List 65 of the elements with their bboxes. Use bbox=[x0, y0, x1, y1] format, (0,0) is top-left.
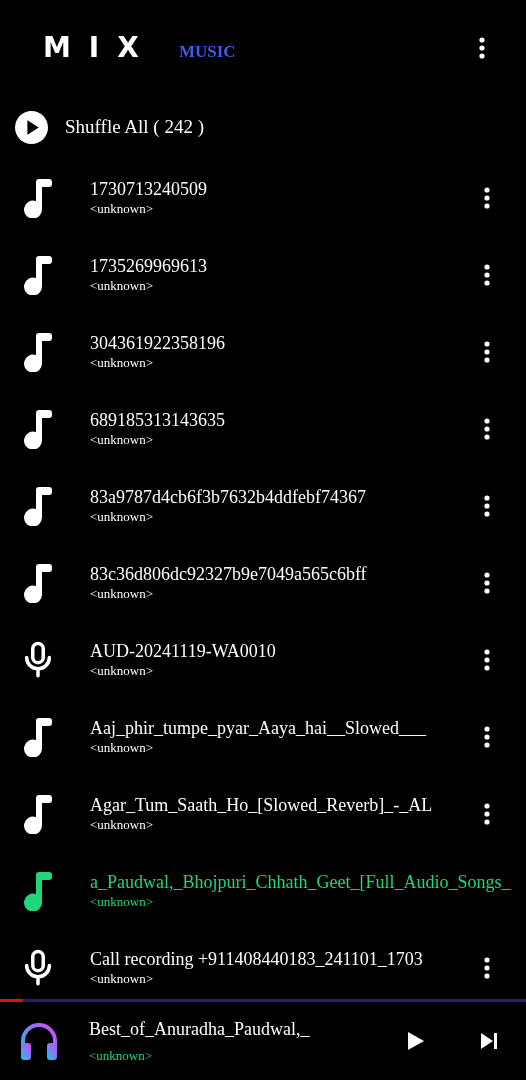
song-artist: <unknown> bbox=[90, 739, 155, 756]
song-artist: <unknown> bbox=[90, 662, 155, 679]
more-icon[interactable] bbox=[483, 417, 491, 440]
more-icon[interactable] bbox=[483, 263, 491, 286]
song-title: 1730713240509 bbox=[90, 178, 208, 200]
music-note-icon bbox=[24, 870, 52, 911]
song-artist: <unknown> bbox=[90, 431, 155, 448]
song-title: AUD-20241119-WA0010 bbox=[90, 640, 277, 662]
song-title: Agar_Tum_Saath_Ho_[Slowed_Reverb]_-_AL bbox=[90, 794, 434, 816]
song-row[interactable]: a_Paudwal,_Bhojpuri_Chhath_Geet_[Full_Audio_Songs_ <unknown> bbox=[0, 852, 526, 929]
song-artist: <unknown> bbox=[90, 508, 155, 525]
progress-bar[interactable] bbox=[0, 999, 526, 1002]
song-row[interactable]: Call recording +911408440183_241101_1703 <unknown> bbox=[0, 929, 526, 1006]
song-title: 1735269969613 bbox=[90, 255, 208, 277]
song-artist: <unknown> bbox=[90, 816, 155, 833]
song-row[interactable]: 83a9787d4cb6f3b7632b4ddfebf74367 <unknown> bbox=[0, 467, 526, 544]
song-row[interactable]: 304361922358196 <unknown> bbox=[0, 313, 526, 390]
song-artist: <unknown> bbox=[90, 585, 155, 602]
microphone-icon bbox=[24, 947, 52, 988]
song-row[interactable]: 83c36d806dc92327b9e7049a565c6bff <unknown> bbox=[0, 544, 526, 621]
music-note-icon bbox=[24, 254, 52, 295]
app-logo-subtitle: MUSIC bbox=[178, 41, 236, 62]
song-row[interactable]: 689185313143635 <unknown> bbox=[0, 390, 526, 467]
song-artist: <unknown> bbox=[90, 893, 155, 910]
music-note-icon bbox=[24, 562, 52, 603]
play-icon[interactable] bbox=[407, 1031, 425, 1051]
song-row[interactable]: Aaj_phir_tumpe_pyar_Aaya_hai__Slowed___ <unknown> bbox=[0, 698, 526, 775]
song-artist: <unknown> bbox=[90, 277, 155, 294]
shuffle-all-label[interactable]: Shuffle All ( 242 ) bbox=[65, 116, 204, 138]
more-icon[interactable] bbox=[483, 648, 491, 671]
headphones-icon bbox=[19, 1021, 59, 1061]
play-circle-icon[interactable] bbox=[15, 110, 48, 144]
song-artist: <unknown> bbox=[90, 354, 155, 371]
more-icon[interactable] bbox=[483, 802, 491, 825]
song-title: 304361922358196 bbox=[90, 332, 226, 354]
song-title: 83c36d806dc92327b9e7049a565c6bff bbox=[90, 563, 368, 585]
more-icon[interactable] bbox=[483, 956, 491, 979]
song-row[interactable]: 1735269969613 <unknown> bbox=[0, 236, 526, 313]
more-icon[interactable] bbox=[478, 36, 486, 59]
music-note-icon bbox=[24, 485, 52, 526]
more-icon[interactable] bbox=[483, 494, 491, 517]
more-icon[interactable] bbox=[483, 725, 491, 748]
song-artist: <unknown> bbox=[90, 200, 155, 217]
skip-next-icon[interactable] bbox=[480, 1032, 498, 1050]
music-note-icon bbox=[24, 331, 52, 372]
song-artist: <unknown> bbox=[90, 970, 155, 987]
microphone-icon bbox=[24, 639, 52, 680]
music-note-icon bbox=[24, 408, 52, 449]
music-note-icon bbox=[24, 177, 52, 218]
song-title: 689185313143635 bbox=[90, 409, 226, 431]
more-icon[interactable] bbox=[483, 571, 491, 594]
now-playing-artist: <unknown> bbox=[89, 1047, 154, 1065]
song-title: Call recording +911408440183_241101_1703 bbox=[90, 948, 424, 970]
song-title: a_Paudwal,_Bhojpuri_Chhath_Geet_[Full_Audio_Songs_ bbox=[90, 871, 512, 893]
now-playing-title: Best_of_Anuradha_Paudwal,_ bbox=[89, 1018, 311, 1041]
music-note-icon bbox=[24, 793, 52, 834]
song-row[interactable]: AUD-20241119-WA0010 <unknown> bbox=[0, 621, 526, 698]
song-row[interactable]: 1730713240509 <unknown> bbox=[0, 159, 526, 236]
song-title: Aaj_phir_tumpe_pyar_Aaya_hai__Slowed___ bbox=[90, 717, 427, 739]
more-icon[interactable] bbox=[483, 340, 491, 363]
song-title: 83a9787d4cb6f3b7632b4ddfebf74367 bbox=[90, 486, 367, 508]
music-note-icon bbox=[24, 716, 52, 757]
more-icon[interactable] bbox=[483, 186, 491, 209]
song-row[interactable]: Agar_Tum_Saath_Ho_[Slowed_Reverb]_-_AL <unknown> bbox=[0, 775, 526, 852]
app-logo-text: MIX bbox=[43, 33, 157, 62]
